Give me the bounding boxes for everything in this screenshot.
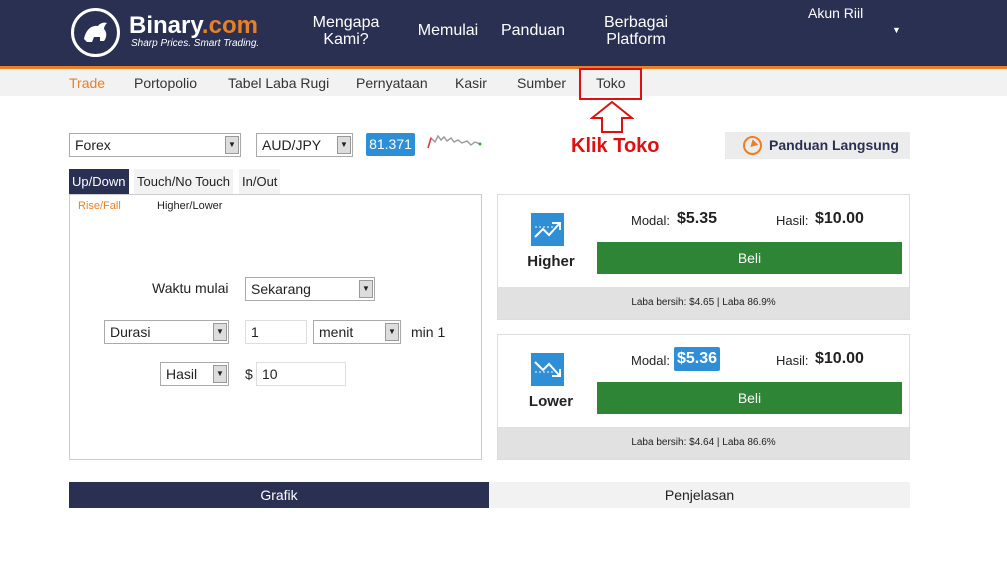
- account-dropdown-icon[interactable]: ▼: [892, 25, 901, 35]
- symbol-select-value: AUD/JPY: [262, 137, 322, 153]
- market-select-value: Forex: [75, 137, 111, 153]
- chevron-down-icon: ▼: [385, 323, 399, 341]
- subtab-rise-fall[interactable]: Rise/Fall: [78, 200, 121, 212]
- symbol-select[interactable]: AUD/JPY ▼: [256, 133, 353, 157]
- brand-tagline: Sharp Prices. Smart Trading.: [131, 38, 260, 49]
- buy-lower-button[interactable]: Beli: [597, 382, 902, 414]
- stake-label: Modal:: [631, 213, 671, 228]
- topnav-memulai[interactable]: Memulai: [412, 22, 484, 39]
- contract-footer: Laba bersih: $4.64 | Laba 86.6%: [498, 427, 909, 459]
- currency-label: $: [245, 366, 253, 382]
- tab-penjelasan[interactable]: Penjelasan: [489, 482, 910, 508]
- spot-price: 81.371: [366, 133, 415, 156]
- topnav-berbagai-platform[interactable]: Berbagai Platform: [594, 14, 678, 48]
- topnav-mengapa-kami[interactable]: Mengapa Kami?: [303, 14, 389, 48]
- subnav-kasir[interactable]: Kasir: [455, 75, 487, 91]
- start-time-select[interactable]: Sekarang ▼: [245, 277, 375, 301]
- contract-higher: Higher Modal: $5.35 Hasil: $10.00 Beli L…: [497, 194, 910, 320]
- amount-input[interactable]: 10: [256, 362, 346, 386]
- stake-value: $5.36: [674, 347, 721, 371]
- contract-name: Lower: [528, 393, 574, 410]
- duration-type-select[interactable]: Durasi ▼: [104, 320, 229, 344]
- payout-value: $10.00: [815, 210, 864, 227]
- start-time-label: Waktu mulai: [152, 280, 229, 296]
- duration-type-value: Durasi: [110, 324, 151, 340]
- subtab-higher-lower[interactable]: Higher/Lower: [157, 200, 222, 212]
- annotation-arrow-up-icon: [590, 100, 634, 133]
- duration-unit-select[interactable]: menit ▼: [313, 320, 401, 344]
- payout-type-value: Hasil: [166, 366, 198, 382]
- brand-name[interactable]: Binary.com: [129, 12, 258, 40]
- payout-value: $10.00: [815, 350, 864, 367]
- chevron-down-icon: ▼: [213, 365, 227, 383]
- brand-domain: .com: [201, 12, 258, 39]
- duration-unit-value: menit: [319, 324, 354, 340]
- account-label[interactable]: Akun Riil: [808, 5, 863, 21]
- subnav-pernyataan[interactable]: Pernyataan: [356, 75, 428, 91]
- payout-type-select[interactable]: Hasil ▼: [160, 362, 229, 386]
- chevron-down-icon: ▼: [359, 280, 373, 298]
- tab-grafik[interactable]: Grafik: [69, 482, 489, 508]
- market-select[interactable]: Forex ▼: [69, 133, 241, 157]
- subnav-tabel-laba-rugi[interactable]: Tabel Laba Rugi: [228, 75, 329, 91]
- contract-footer: Laba bersih: $4.65 | Laba 86.9%: [498, 287, 909, 319]
- subnav-trade[interactable]: Trade: [69, 75, 105, 91]
- buy-higher-button[interactable]: Beli: [597, 242, 902, 274]
- tab-touch-no-touch[interactable]: Touch/No Touch: [134, 169, 233, 194]
- payout-label: Hasil:: [776, 353, 809, 368]
- subnav-portopolio[interactable]: Portopolio: [134, 75, 197, 91]
- chevron-down-icon: ▼: [337, 136, 351, 154]
- chevron-down-icon: ▼: [213, 323, 227, 341]
- contract-lower: Lower Modal: $5.36 Hasil: $10.00 Beli La…: [497, 334, 910, 460]
- duration-amount-input[interactable]: 1: [245, 320, 307, 344]
- chevron-down-icon: ▼: [225, 136, 239, 154]
- topnav-panduan[interactable]: Panduan: [497, 22, 569, 39]
- duration-min-hint: min 1: [411, 324, 446, 340]
- tab-up-down[interactable]: Up/Down: [69, 169, 129, 194]
- binary-logo-icon[interactable]: [71, 8, 120, 57]
- guide-button[interactable]: Panduan Langsung: [725, 132, 910, 159]
- compass-icon: [743, 136, 762, 155]
- start-time-value: Sekarang: [251, 281, 311, 297]
- tab-in-out[interactable]: In/Out: [239, 169, 280, 194]
- lower-icon: [531, 353, 564, 386]
- stake-value: $5.35: [677, 210, 718, 227]
- higher-icon: [531, 213, 564, 246]
- payout-label: Hasil:: [776, 213, 809, 228]
- subnav-sumber[interactable]: Sumber: [517, 75, 566, 91]
- toko-highlight-box: [579, 68, 642, 100]
- contract-name: Higher: [527, 253, 575, 270]
- spot-sparkline: [427, 134, 482, 149]
- annotation-text: Klik Toko: [571, 135, 660, 157]
- stake-label: Modal:: [631, 353, 671, 368]
